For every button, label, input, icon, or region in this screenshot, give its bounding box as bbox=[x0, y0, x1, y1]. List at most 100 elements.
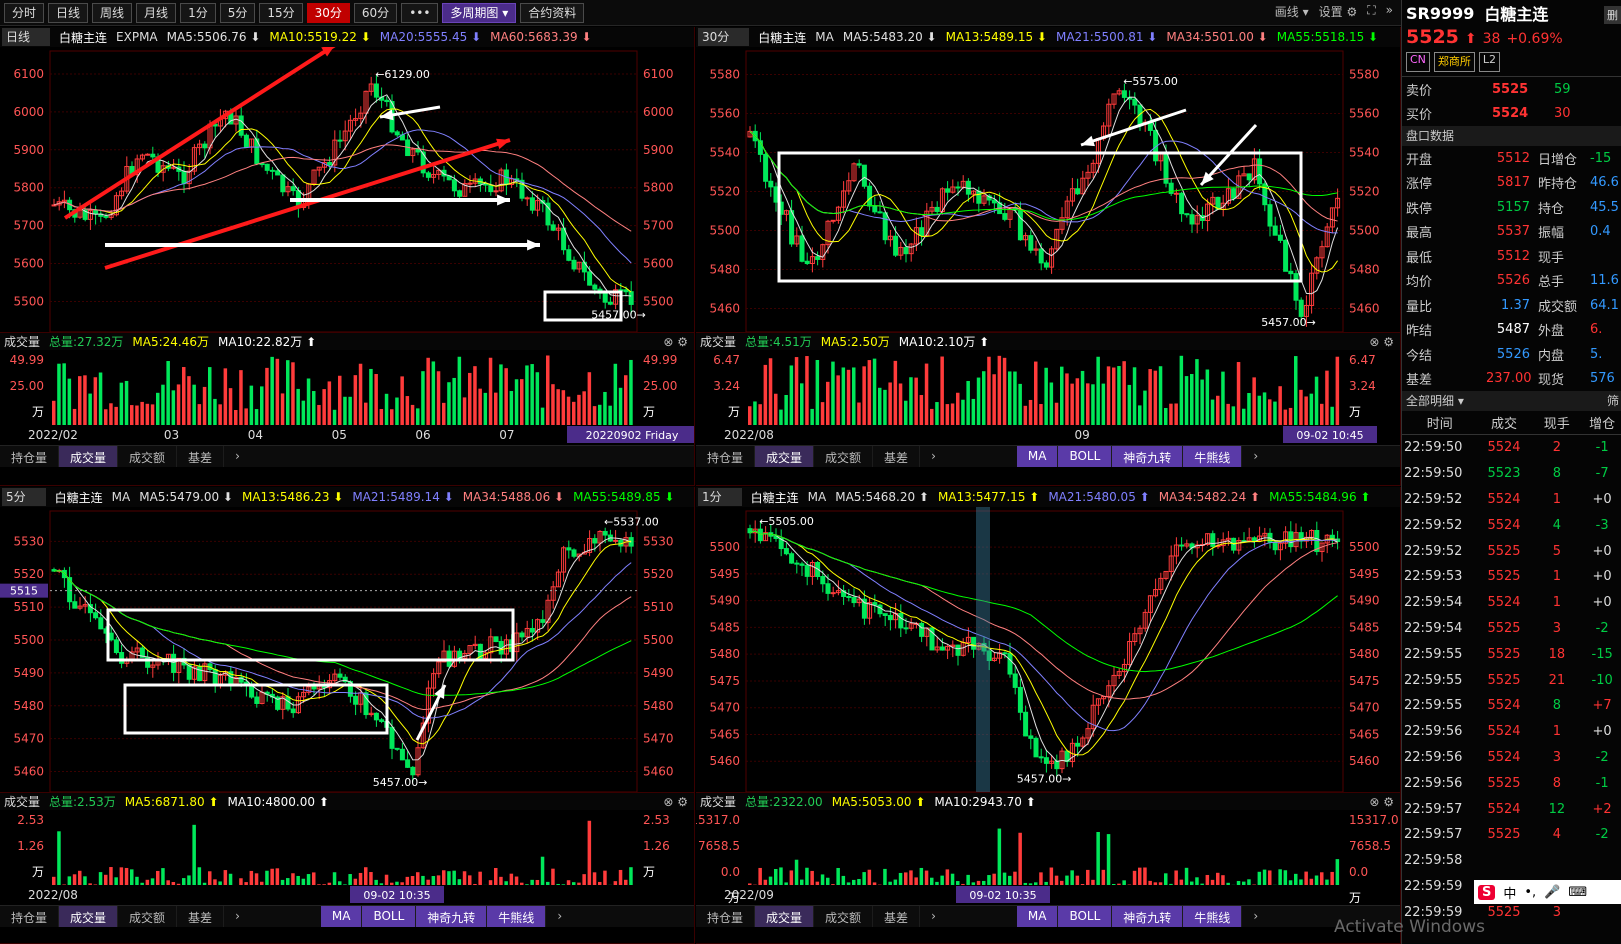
main-indicator-tab[interactable]: MA bbox=[1016, 906, 1059, 927]
mic-icon[interactable]: 🎤 bbox=[1544, 885, 1560, 900]
sub-indicator-tab[interactable]: 基差 bbox=[177, 446, 225, 467]
fullscreen-icon[interactable]: ⛶ bbox=[1367, 3, 1375, 20]
main-indicator-tab[interactable]: 神奇九转 bbox=[416, 906, 488, 927]
close-gear-icon[interactable]: ⊗ ⚙ bbox=[663, 795, 688, 809]
tabs-next-icon[interactable]: › bbox=[224, 446, 251, 467]
sub-indicator-tab[interactable]: 成交额 bbox=[814, 446, 874, 467]
detail-header[interactable]: 全部明细 ▾ 筛 bbox=[1402, 391, 1621, 411]
main-indicator-tab[interactable]: 牛熊线 bbox=[1183, 906, 1243, 927]
sub-indicator-tab[interactable]: 成交额 bbox=[814, 906, 874, 927]
sub-indicator-tab[interactable]: 基差 bbox=[873, 906, 921, 927]
period-button[interactable]: 5分 bbox=[219, 2, 256, 23]
timeframe-select[interactable]: 日线 bbox=[2, 28, 51, 46]
settings-label: 设置 bbox=[1318, 5, 1343, 19]
punct-icon[interactable]: •, bbox=[1524, 885, 1536, 900]
period-button[interactable]: 合约资料 bbox=[520, 2, 585, 23]
volume-bar bbox=[1013, 871, 1017, 885]
time-label: 2022/09 bbox=[724, 888, 774, 902]
volume-bar bbox=[1335, 859, 1340, 885]
tabs-next-icon[interactable]: › bbox=[224, 906, 251, 927]
vol-tick-left: 7658.5 bbox=[698, 839, 740, 853]
volume-bar bbox=[442, 870, 446, 885]
period-button[interactable]: 30分 bbox=[306, 2, 350, 23]
timeframe-select[interactable]: 30分 bbox=[698, 28, 750, 46]
sub-indicator-tab[interactable]: 持仓量 bbox=[696, 906, 756, 927]
keyboard-icon[interactable]: ⌨ bbox=[1568, 885, 1587, 900]
sub-indicator-tab[interactable]: 成交量 bbox=[755, 906, 815, 927]
ma-value: MA34:5501.00 ⬇ bbox=[1166, 30, 1268, 44]
main-indicator-tab[interactable]: BOLL bbox=[1058, 446, 1113, 467]
settings-button[interactable]: 设置 ⚙ bbox=[1319, 3, 1358, 20]
trend-arrow[interactable] bbox=[63, 47, 336, 220]
volume-bar bbox=[1143, 867, 1147, 885]
main-indicator-tab[interactable]: 牛熊线 bbox=[1183, 446, 1243, 467]
period-button[interactable]: 多周期图 ▾ bbox=[442, 2, 517, 23]
main-indicator-tab[interactable]: MA bbox=[1016, 446, 1059, 467]
main-indicator-tab[interactable]: BOLL bbox=[362, 906, 417, 927]
sub-indicator-tab[interactable]: 成交额 bbox=[118, 446, 178, 467]
period-button[interactable]: 月线 bbox=[136, 2, 177, 23]
main-indicator-tab[interactable]: 牛熊线 bbox=[487, 906, 547, 927]
vol-tick-left: 2.53 bbox=[17, 813, 44, 827]
mtabs-next-icon[interactable]: › bbox=[546, 906, 573, 927]
candle-body bbox=[1179, 544, 1185, 547]
candle-body bbox=[815, 256, 821, 260]
tick-time: 22:59:57 bbox=[1404, 801, 1463, 817]
period-button[interactable]: 周线 bbox=[92, 2, 133, 23]
draw-line-menu[interactable]: 画线 ▾ bbox=[1275, 3, 1309, 20]
range-box[interactable] bbox=[123, 683, 389, 735]
sub-indicator-tab[interactable]: 成交额 bbox=[118, 906, 178, 927]
stat-value: 5512 bbox=[1496, 248, 1530, 264]
y-tick-right: 5490 bbox=[643, 666, 674, 680]
volume-bar bbox=[1242, 408, 1246, 425]
main-indicator-tab[interactable]: 神奇九转 bbox=[1112, 906, 1184, 927]
close-gear-icon[interactable]: ⊗ ⚙ bbox=[1369, 795, 1394, 809]
time-axis: 2022/09 09-02 10:35 bbox=[724, 886, 1050, 903]
ma-value: MA13:5477.15 ⬆ bbox=[937, 490, 1040, 504]
timeframe-select[interactable]: 1分 bbox=[698, 488, 742, 506]
sub-indicator-tab[interactable]: 持仓量 bbox=[0, 906, 60, 927]
sub-indicator-tab[interactable]: 基差 bbox=[873, 446, 921, 467]
ma-value: MA21:5480.05 ⬆ bbox=[1048, 490, 1150, 504]
candle-body bbox=[488, 184, 494, 193]
candle-body bbox=[98, 617, 104, 630]
sub-indicator-tab[interactable]: 持仓量 bbox=[0, 446, 60, 467]
volume-bar bbox=[410, 404, 415, 425]
main-indicator-tab[interactable]: MA bbox=[320, 906, 363, 927]
y-tick-left: 5530 bbox=[13, 534, 44, 548]
candle-body bbox=[623, 289, 629, 293]
close-gear-icon[interactable]: ⊗ ⚙ bbox=[1369, 335, 1394, 349]
delete-button[interactable]: 删 bbox=[1604, 6, 1621, 24]
volume-bar bbox=[872, 358, 877, 425]
trend-arrow[interactable] bbox=[1080, 108, 1187, 147]
volume-bar bbox=[416, 872, 420, 885]
tabs-next-icon[interactable]: › bbox=[920, 446, 947, 467]
period-button[interactable]: 日线 bbox=[48, 2, 89, 23]
tick-oi: +7 bbox=[1592, 698, 1612, 714]
volume-bar bbox=[1268, 870, 1272, 885]
period-button[interactable]: 15分 bbox=[259, 2, 303, 23]
sub-indicator-tab[interactable]: 成交量 bbox=[59, 906, 119, 927]
period-button[interactable]: 1分 bbox=[180, 2, 216, 23]
timeframe-select[interactable]: 5分 bbox=[2, 488, 46, 506]
sub-indicator-tab[interactable]: 持仓量 bbox=[696, 446, 756, 467]
mtabs-next-icon[interactable]: › bbox=[1242, 446, 1269, 467]
volume-bar bbox=[919, 395, 924, 425]
collapse-icon[interactable]: » bbox=[1386, 3, 1393, 20]
tabs-next-icon[interactable]: › bbox=[920, 906, 947, 927]
sub-indicator-tab[interactable]: 成交量 bbox=[59, 446, 119, 467]
volume-bar bbox=[950, 873, 955, 885]
main-indicator-tab[interactable]: 神奇九转 bbox=[1112, 446, 1184, 467]
close-gear-icon[interactable]: ⊗ ⚙ bbox=[663, 335, 688, 349]
filter-label[interactable]: 筛 bbox=[1607, 391, 1619, 411]
sogou-icon[interactable]: S bbox=[1478, 884, 1496, 900]
ime-lang[interactable]: 中 bbox=[1503, 883, 1516, 902]
period-button[interactable]: 分时 bbox=[4, 2, 45, 23]
volume-bar bbox=[1091, 384, 1095, 425]
mtabs-next-icon[interactable]: › bbox=[1242, 906, 1269, 927]
period-button[interactable]: 60分 bbox=[353, 2, 398, 23]
sub-indicator-tab[interactable]: 成交量 bbox=[755, 446, 815, 467]
period-button[interactable]: ••• bbox=[401, 2, 439, 23]
main-indicator-tab[interactable]: BOLL bbox=[1058, 906, 1113, 927]
sub-indicator-tab[interactable]: 基差 bbox=[177, 906, 225, 927]
